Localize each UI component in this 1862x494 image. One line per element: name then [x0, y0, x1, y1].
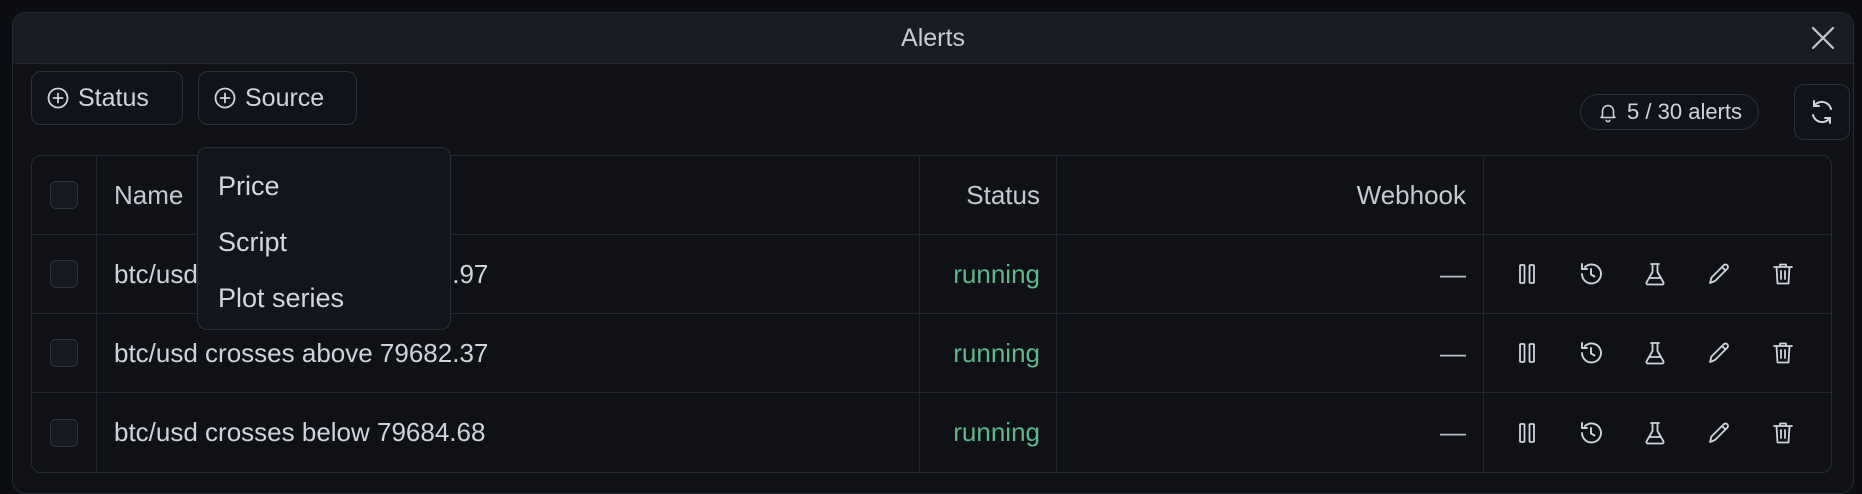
source-filter-label: Source [245, 83, 325, 112]
alert-webhook: — [1057, 314, 1484, 392]
trash-icon[interactable] [1768, 338, 1798, 368]
status-filter-button[interactable]: Status [31, 71, 183, 125]
alert-status: running [920, 235, 1057, 313]
row-checkbox[interactable] [50, 260, 78, 288]
refresh-button[interactable] [1794, 84, 1850, 140]
history-icon[interactable] [1576, 259, 1606, 289]
alert-webhook: — [1057, 393, 1484, 472]
trash-icon[interactable] [1768, 259, 1798, 289]
pencil-icon[interactable] [1704, 259, 1734, 289]
column-header-actions [1484, 156, 1831, 234]
plus-circle-icon [47, 87, 69, 109]
source-option-price[interactable]: Price [198, 158, 450, 214]
alerts-count-text: 5 / 30 alerts [1627, 99, 1742, 124]
history-icon[interactable] [1576, 418, 1606, 448]
row-checkbox[interactable] [50, 339, 78, 367]
alerts-count-badge: 5 / 30 alerts [1580, 94, 1759, 130]
plus-circle-icon [214, 87, 236, 109]
bell-icon [1600, 104, 1616, 123]
row-checkbox[interactable] [50, 418, 78, 447]
close-icon[interactable] [1809, 24, 1837, 52]
alert-status: running [920, 314, 1057, 392]
pause-icon[interactable] [1512, 338, 1542, 368]
history-icon[interactable] [1576, 338, 1606, 368]
dialog-titlebar: Alerts [13, 13, 1853, 64]
pencil-icon[interactable] [1704, 418, 1734, 448]
alert-webhook: — [1057, 235, 1484, 313]
trash-icon[interactable] [1768, 418, 1798, 448]
source-dropdown-menu: Price Script Plot series [197, 147, 451, 330]
row-actions [1484, 314, 1831, 392]
source-option-script[interactable]: Script [198, 214, 450, 270]
table-row[interactable]: btc/usd crosses below 79684.68 running — [32, 393, 1831, 472]
column-header-status[interactable]: Status [920, 156, 1057, 234]
status-filter-label: Status [78, 83, 149, 112]
source-filter-button[interactable]: Source [198, 71, 357, 125]
pause-icon[interactable] [1512, 259, 1542, 289]
flask-icon[interactable] [1640, 338, 1670, 368]
pause-icon[interactable] [1512, 418, 1542, 448]
pencil-icon[interactable] [1704, 338, 1734, 368]
row-actions [1484, 393, 1831, 472]
alert-status: running [920, 393, 1057, 472]
column-header-webhook[interactable]: Webhook [1057, 156, 1484, 234]
alert-name: btc/usd crosses below 79684.68 [97, 393, 920, 472]
source-option-plot-series[interactable]: Plot series [198, 270, 450, 326]
flask-icon[interactable] [1640, 418, 1670, 448]
refresh-icon [1812, 100, 1832, 124]
dialog-title: Alerts [901, 24, 965, 52]
select-all-checkbox[interactable] [50, 181, 78, 209]
flask-icon[interactable] [1640, 259, 1670, 289]
row-actions [1484, 235, 1831, 313]
